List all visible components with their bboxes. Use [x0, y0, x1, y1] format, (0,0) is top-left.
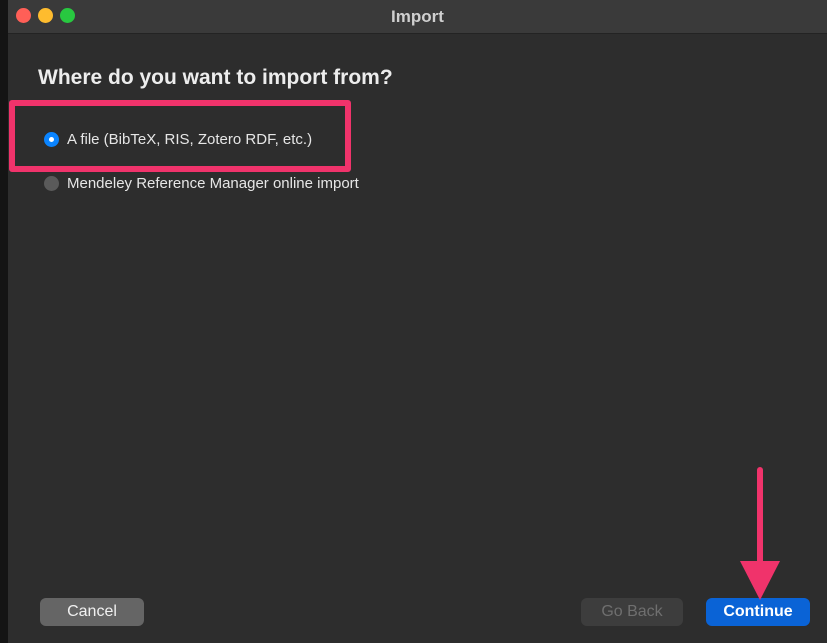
dialog-heading: Where do you want to import from?: [38, 66, 393, 89]
option-mendeley-import[interactable]: Mendeley Reference Manager online import: [44, 171, 359, 195]
radio-selected-icon[interactable]: [44, 131, 59, 147]
go-back-button[interactable]: Go Back: [581, 598, 683, 626]
radio-unselected-icon[interactable]: [44, 175, 59, 191]
option-label: Mendeley Reference Manager online import: [67, 174, 359, 192]
import-dialog: Import Where do you want to import from?…: [8, 0, 827, 643]
option-label: A file (BibTeX, RIS, Zotero RDF, etc.): [67, 130, 313, 148]
window-title: Import: [391, 7, 444, 26]
cancel-button[interactable]: Cancel: [40, 598, 144, 626]
option-file-import[interactable]: A file (BibTeX, RIS, Zotero RDF, etc.): [44, 127, 312, 151]
title-bar: Import: [8, 0, 827, 34]
continue-button[interactable]: Continue: [706, 598, 810, 626]
